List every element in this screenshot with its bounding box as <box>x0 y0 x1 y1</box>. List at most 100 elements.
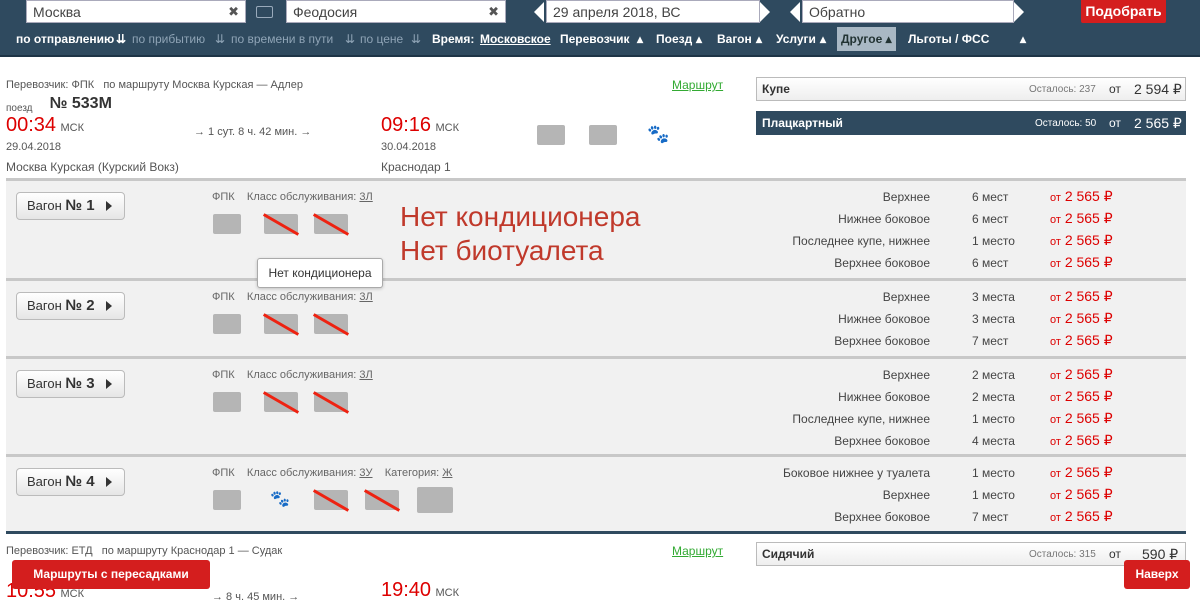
arr-date: 30.04.2018 <box>381 141 437 153</box>
train-label: поезд <box>6 103 33 114</box>
route-link[interactable]: Маршрут <box>672 544 723 558</box>
luggage-icon <box>213 490 241 510</box>
seat-count: 1 место <box>972 466 1015 480</box>
seat-price[interactable]: от 2 565 ₽ <box>1050 188 1113 205</box>
sort-arrow-icon: ⇊ <box>345 32 356 46</box>
wagon-button[interactable]: Вагон № 1 <box>16 192 125 220</box>
seat-price[interactable]: от 2 565 ₽ <box>1050 508 1113 525</box>
seat-price[interactable]: от 2 565 ₽ <box>1050 388 1113 405</box>
return-next-icon[interactable] <box>1014 2 1024 22</box>
category-value: Ж <box>442 467 453 479</box>
price-value: 2 565 ₽ <box>1064 310 1113 326</box>
scroll-top-button[interactable]: Наверх <box>1124 560 1190 589</box>
filter-carrier[interactable]: Перевозчик <box>560 27 630 51</box>
seat-count: 1 место <box>972 412 1015 426</box>
filter-wagon[interactable]: Вагон <box>717 27 752 51</box>
seat-price[interactable]: от 2 565 ₽ <box>1050 432 1113 449</box>
timezone: МСК <box>435 587 460 599</box>
seat-price[interactable]: от 2 565 ₽ <box>1050 254 1113 271</box>
class-platskart[interactable]: Плацкартный Осталось: 50 от 2 565 ₽ <box>756 111 1186 135</box>
chevron-up-icon: ▴ <box>1020 32 1027 46</box>
tooltip: Нет кондиционера <box>257 258 383 288</box>
class-kupe[interactable]: Купе Осталось: 237 от 2 594 ₽ <box>756 77 1186 101</box>
return-prev-icon[interactable] <box>790 2 800 22</box>
carrier-text: Перевозчик: ЕТД <box>6 545 93 557</box>
seat-type: Верхнее <box>882 368 930 382</box>
seat-price[interactable]: от 2 565 ₽ <box>1050 410 1113 427</box>
seat-price[interactable]: от 2 565 ₽ <box>1050 464 1113 481</box>
no-air-conditioning-icon <box>314 490 348 510</box>
swap-icon[interactable] <box>256 6 273 18</box>
sort-arrow-icon: ⇊ <box>215 32 226 46</box>
sort-duration[interactable]: по времени в пути <box>231 27 333 51</box>
route-link[interactable]: Маршрут <box>672 78 723 92</box>
clear-from-icon[interactable]: ✖ <box>228 4 239 20</box>
from-label: от <box>1109 547 1121 561</box>
sort-departure[interactable]: по отправлению <box>16 27 114 51</box>
wagon-button[interactable]: Вагон № 4 <box>16 468 125 496</box>
price-value: 2 565 ₽ <box>1064 254 1113 270</box>
class-value: 3Л <box>359 369 373 381</box>
sort-price[interactable]: по цене <box>360 27 403 51</box>
annotation-line: Нет кондиционера <box>400 201 641 232</box>
time-label: Время: <box>432 32 475 46</box>
price-value: 2 565 ₽ <box>1064 486 1113 502</box>
chevron-right-icon <box>106 301 112 311</box>
search-bar: Москва ✖ Феодосия ✖ 29 апреля 2018, ВС О… <box>0 0 1200 57</box>
transfers-button[interactable]: Маршруты с пересадками <box>12 560 210 589</box>
chevron-up-icon: ▴ <box>756 32 763 46</box>
seat-price[interactable]: от 2 565 ₽ <box>1050 288 1113 305</box>
seat-type: Последнее купе, нижнее <box>792 234 930 248</box>
wagon-button[interactable]: Вагон № 2 <box>16 292 125 320</box>
date-next-icon[interactable] <box>760 2 770 22</box>
wagon-row: Вагон № 3 ФПК Класс обслуживания: 3Л Вер… <box>6 356 1186 454</box>
class-label: Класс обслуживания: <box>246 291 357 303</box>
seat-price[interactable]: от 2 565 ₽ <box>1050 310 1113 327</box>
time-zone-select[interactable]: Московское <box>480 27 551 51</box>
wagon-row: Вагон № 2 ФПК Класс обслуживания: 3Л Вер… <box>6 278 1186 356</box>
pet-paw-icon: 🐾 <box>270 491 290 508</box>
seat-count: 7 мест <box>972 334 1009 348</box>
date-prev-icon[interactable] <box>534 2 544 22</box>
route-text: по маршруту Москва Курская — Адлер <box>103 79 303 91</box>
wagon-label: Вагон <box>27 298 62 313</box>
filter-benefits[interactable]: Льготы / ФСС <box>908 27 989 51</box>
seat-count: 2 места <box>972 368 1015 382</box>
date-input[interactable]: 29 апреля 2018, ВС <box>546 0 760 23</box>
class-value: 3Л <box>359 291 373 303</box>
sort-arrival[interactable]: по прибытию <box>132 27 205 51</box>
from-label: от <box>1050 336 1061 348</box>
wagon-carrier: ФПК <box>212 369 235 381</box>
price-value: 2 565 ₽ <box>1064 388 1113 404</box>
wagon-meta: ФПК Класс обслуживания: 3Л <box>212 291 373 303</box>
filter-train[interactable]: Поезд <box>656 27 692 51</box>
return-input[interactable]: Обратно <box>802 0 1014 23</box>
class-seated[interactable]: Сидячий Осталось: 315 от 590 ₽ <box>756 542 1186 566</box>
arr-station: Краснодар 1 <box>381 160 451 174</box>
wagon-number: № 3 <box>65 375 95 392</box>
filter-services[interactable]: Услуги <box>776 27 816 51</box>
wagon-number: № 4 <box>65 473 95 490</box>
from-label: от <box>1109 82 1121 96</box>
price-value: 2 565 ₽ <box>1064 366 1113 382</box>
search-button[interactable]: Подобрать <box>1081 0 1166 23</box>
from-label: от <box>1050 258 1061 270</box>
from-input[interactable]: Москва ✖ <box>26 0 246 23</box>
seat-price[interactable]: от 2 565 ₽ <box>1050 232 1113 249</box>
filter-other[interactable]: Другое ▴ <box>837 27 896 51</box>
clear-to-icon[interactable]: ✖ <box>488 4 499 20</box>
seat-type: Нижнее боковое <box>838 390 930 404</box>
seat-count: 1 место <box>972 234 1015 248</box>
seat-price[interactable]: от 2 565 ₽ <box>1050 210 1113 227</box>
class-name: Сидячий <box>762 547 815 561</box>
wagon-meta: ФПК Класс обслуживания: 3У Категория: Ж <box>212 467 452 479</box>
seat-type: Верхнее <box>882 290 930 304</box>
seat-price[interactable]: от 2 565 ₽ <box>1050 486 1113 503</box>
wagon-meta: ФПК Класс обслуживания: 3Л <box>212 369 373 381</box>
to-input[interactable]: Феодосия ✖ <box>286 0 506 23</box>
seat-price[interactable]: от 2 565 ₽ <box>1050 366 1113 383</box>
wagon-button[interactable]: Вагон № 3 <box>16 370 125 398</box>
seat-price[interactable]: от 2 565 ₽ <box>1050 332 1113 349</box>
no-air-conditioning-icon <box>264 214 298 234</box>
from-label: от <box>1050 192 1061 204</box>
